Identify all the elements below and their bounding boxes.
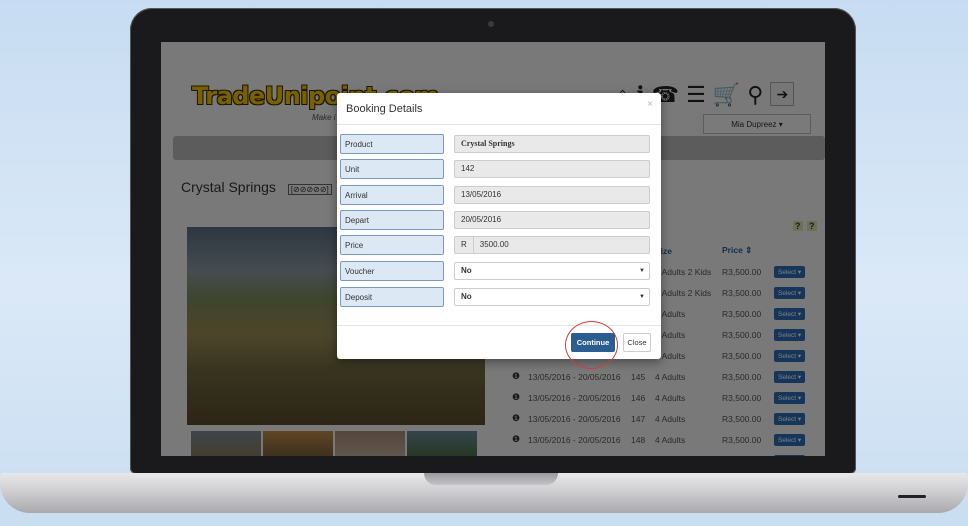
voucher-select[interactable]: No ▼ — [454, 262, 650, 280]
close-button[interactable]: Close — [623, 333, 651, 352]
deposit-value: No — [461, 292, 472, 301]
unit-field: 142 — [454, 160, 650, 178]
depart-field: 20/05/2016 — [454, 211, 650, 229]
product-label: Product — [340, 134, 444, 154]
depart-label: Depart — [340, 210, 444, 230]
voucher-value: No — [461, 266, 472, 275]
arrival-row: Arrival 13/05/2016 — [340, 185, 654, 207]
status-slot — [898, 495, 926, 498]
booking-details-modal: Booking Details × Product Crystal Spring… — [337, 93, 661, 369]
currency-symbol: R — [461, 237, 474, 253]
unit-row: Unit 142 — [340, 159, 654, 181]
voucher-row: Voucher No ▼ — [340, 261, 654, 283]
close-icon[interactable]: × — [647, 99, 653, 110]
deposit-label: Deposit — [340, 287, 444, 307]
deposit-row: Deposit No ▼ — [340, 287, 654, 309]
voucher-label: Voucher — [340, 261, 444, 281]
laptop-base — [0, 473, 968, 513]
screen: TradeUnipoint.com Make i ⌂ ℹ ☎ ☰ 🛒 ⚲ ➔ M… — [161, 42, 825, 456]
product-row: Product Crystal Springs — [340, 134, 654, 156]
deposit-select[interactable]: No ▼ — [454, 288, 650, 306]
unit-label: Unit — [340, 159, 444, 179]
arrival-label: Arrival — [340, 185, 444, 205]
continue-button[interactable]: Continue — [571, 333, 615, 352]
divider — [337, 325, 661, 326]
price-value: 3500.00 — [479, 240, 509, 249]
chevron-down-icon: ▼ — [639, 294, 645, 300]
price-row: Price R 3500.00 — [340, 235, 654, 257]
price-label: Price — [340, 235, 444, 255]
webcam-icon — [488, 21, 494, 27]
lid-notch — [424, 473, 558, 485]
price-field: R 3500.00 — [454, 236, 650, 254]
arrival-field: 13/05/2016 — [454, 186, 650, 204]
modal-title: Booking Details — [346, 103, 423, 115]
divider — [337, 124, 661, 125]
depart-row: Depart 20/05/2016 — [340, 210, 654, 232]
product-field: Crystal Springs — [454, 135, 650, 153]
laptop-frame: TradeUnipoint.com Make i ⌂ ℹ ☎ ☰ 🛒 ⚲ ➔ M… — [130, 8, 856, 474]
chevron-down-icon: ▼ — [639, 268, 645, 274]
